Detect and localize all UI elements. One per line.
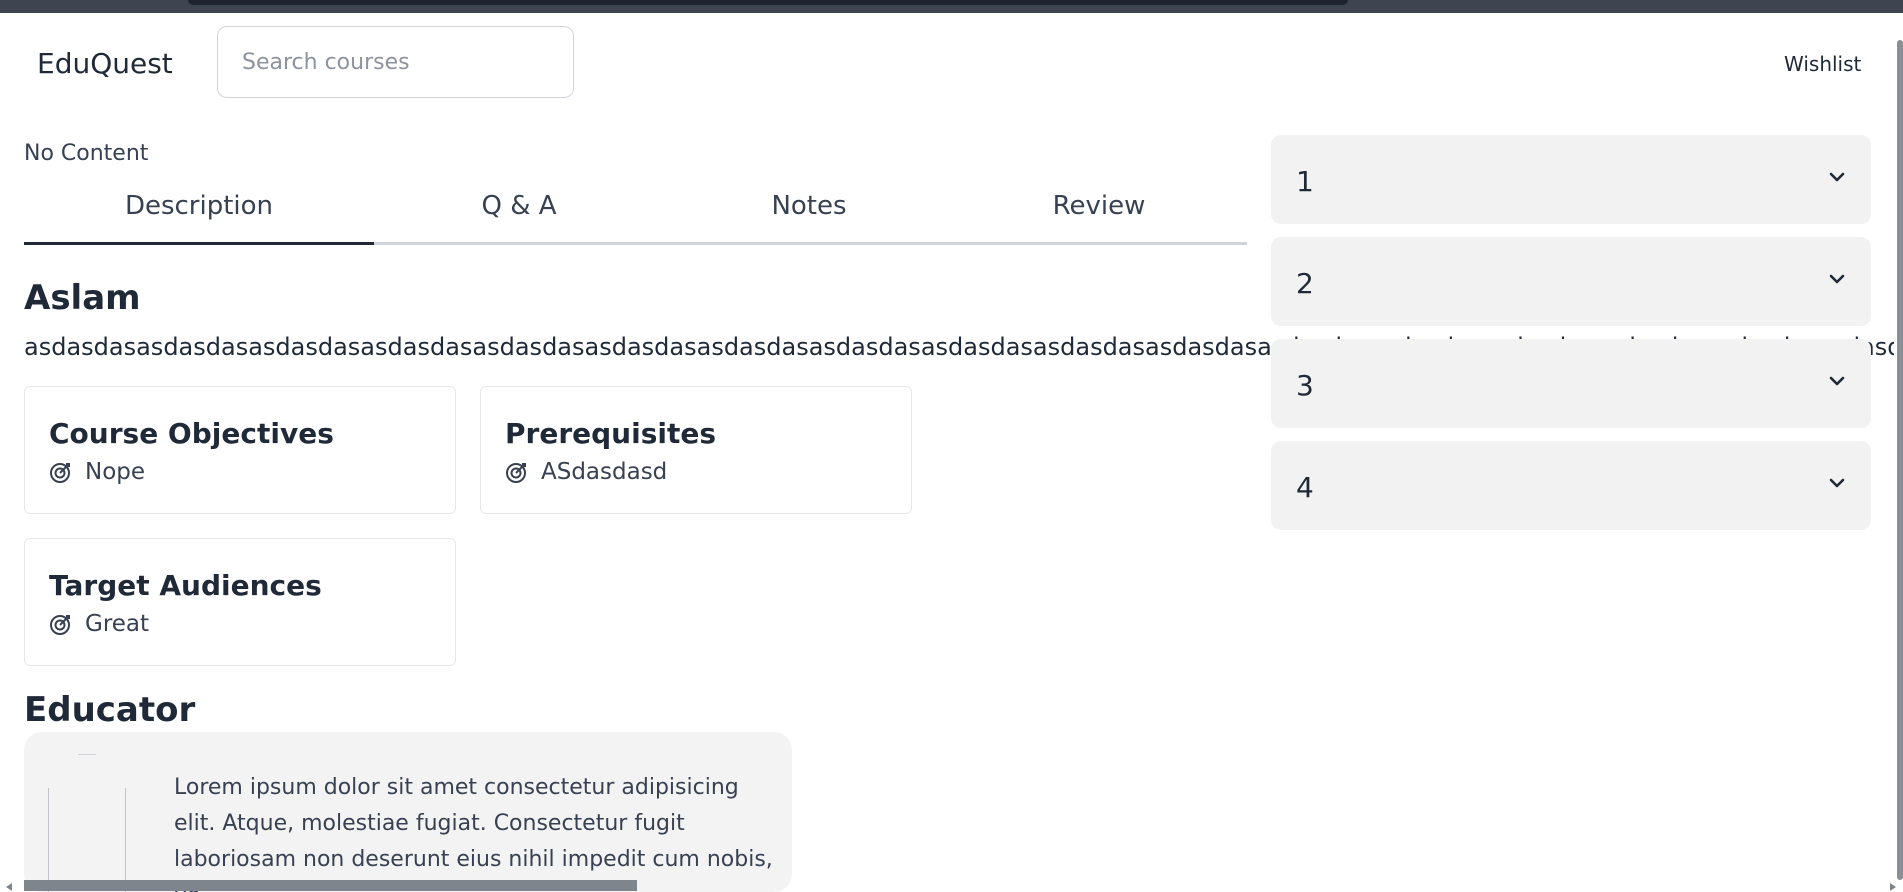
- scroll-right-arrow[interactable]: [1890, 883, 1896, 891]
- card-title: Course Objectives: [49, 417, 334, 450]
- tab-description[interactable]: Description: [24, 186, 374, 245]
- target-icon: [506, 463, 526, 483]
- section-label: 2: [1296, 267, 1314, 300]
- video-placeholder-text: No Content: [24, 141, 149, 166]
- scroll-left-arrow[interactable]: [6, 883, 12, 891]
- course-objectives-card: Course Objectives Nope: [24, 386, 456, 514]
- chevron-down-icon: [1829, 274, 1845, 284]
- avatar-placeholder-mark: [78, 754, 96, 755]
- avatar: [48, 788, 126, 892]
- target-icon: [50, 463, 70, 483]
- section-label: 3: [1296, 369, 1314, 402]
- card-title: Target Audiences: [49, 569, 322, 602]
- browser-address-pill: [188, 0, 1348, 5]
- search-input[interactable]: [218, 27, 573, 97]
- target-audiences-card: Target Audiences Great: [24, 538, 456, 666]
- course-title: Aslam: [24, 278, 141, 318]
- educator-bio: Lorem ipsum dolor sit amet consectetur a…: [174, 775, 773, 892]
- section-label: 4: [1296, 471, 1314, 504]
- section-accordion-3[interactable]: 3: [1271, 339, 1871, 428]
- brand-logo[interactable]: EduQuest: [37, 47, 173, 80]
- search-box[interactable]: [217, 26, 574, 98]
- section-accordion-2[interactable]: 2: [1271, 237, 1871, 326]
- browser-top-bar: [0, 0, 1903, 13]
- tab-qa[interactable]: Q & A: [374, 186, 664, 242]
- vertical-scrollbar[interactable]: [1897, 40, 1903, 880]
- card-item-text: Great: [85, 611, 150, 637]
- section-accordion-1[interactable]: 1: [1271, 135, 1871, 224]
- tab-notes[interactable]: Notes: [664, 186, 954, 242]
- card-item-text: ASdasdasd: [541, 459, 668, 485]
- course-tabs: Description Q & A Notes Review: [24, 186, 1247, 245]
- card-title: Prerequisites: [505, 417, 716, 450]
- card-item: Great: [49, 611, 149, 637]
- chevron-down-icon: [1829, 172, 1845, 182]
- prerequisites-card: Prerequisites ASdasdasd: [480, 386, 912, 514]
- tab-review[interactable]: Review: [954, 186, 1244, 242]
- chevron-down-icon: [1829, 376, 1845, 386]
- target-icon: [50, 615, 70, 635]
- card-item-text: Nope: [85, 459, 146, 485]
- section-accordion-4[interactable]: 4: [1271, 441, 1871, 530]
- section-label: 1: [1296, 165, 1314, 198]
- card-item: Nope: [49, 459, 145, 485]
- horizontal-scrollbar[interactable]: [24, 880, 637, 891]
- card-item: ASdasdasd: [505, 459, 667, 485]
- educator-card: Lorem ipsum dolor sit amet consectetur a…: [24, 732, 792, 892]
- educator-heading: Educator: [24, 690, 196, 730]
- wishlist-link[interactable]: Wishlist: [1784, 52, 1861, 76]
- chevron-down-icon: [1829, 478, 1845, 488]
